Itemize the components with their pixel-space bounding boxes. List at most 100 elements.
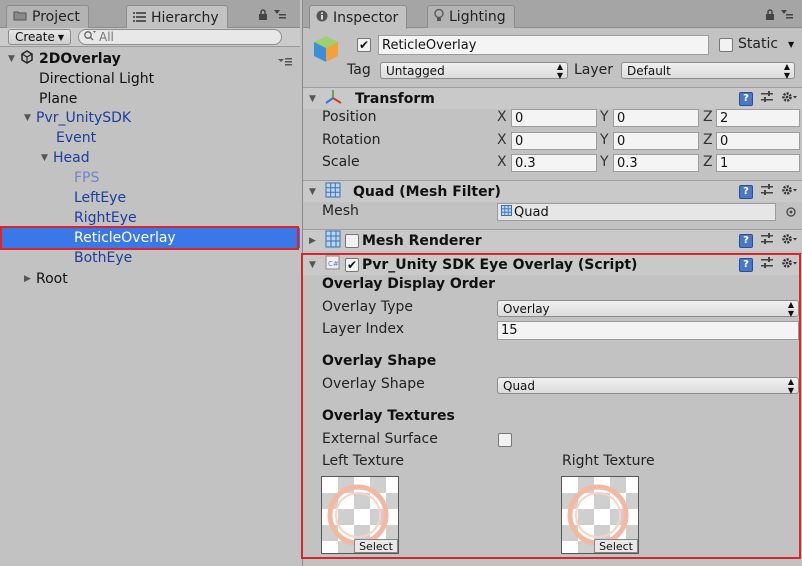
tab-project[interactable]: Project <box>6 5 89 28</box>
expand-arrow-icon[interactable]: ▼ <box>39 153 50 163</box>
gear-icon[interactable] <box>781 91 797 107</box>
overlay-shape-dropdown[interactable]: Quad ▲ ▼ <box>497 377 799 395</box>
expand-arrow-icon[interactable]: ▼ <box>6 54 17 64</box>
preset-icon[interactable] <box>761 183 773 200</box>
mesh-grid-icon <box>325 182 341 202</box>
static-dropdown-icon[interactable]: ▼ <box>788 40 794 49</box>
hierarchy-search-input[interactable] <box>99 30 269 44</box>
rotation-x-field[interactable]: 0 <box>511 132 597 150</box>
tree-item-label: FPS <box>74 170 100 186</box>
lock-icon[interactable] <box>258 9 268 24</box>
scene-root[interactable]: ▼ 2DOverlay <box>0 49 300 69</box>
gear-icon[interactable] <box>781 233 797 249</box>
panel-menu-icon[interactable] <box>274 9 286 24</box>
tab-inspector[interactable]: Inspector <box>309 5 408 29</box>
left-texture-select-button[interactable]: Select <box>354 539 398 553</box>
rotation-z-field[interactable]: 0 <box>716 132 800 150</box>
expand-arrow-icon[interactable]: ▼ <box>22 113 33 123</box>
field-value: 0.3 <box>617 155 638 171</box>
position-x-field[interactable]: 0 <box>511 109 597 127</box>
panel-menu-icon[interactable] <box>781 9 793 24</box>
mesh-filter-header[interactable]: ▼ Quad (Mesh Filter) ? <box>303 180 802 202</box>
position-y-field[interactable]: 0 <box>613 109 699 127</box>
transform-title: Transform <box>355 90 435 107</box>
lock-icon[interactable] <box>765 9 775 24</box>
collapse-arrow-icon[interactable]: ▶ <box>307 236 318 246</box>
eye-overlay-header[interactable]: ▼ C# ✔ Pvr_Unity SDK Eye Overlay (Script… <box>303 253 802 275</box>
layer-index-field[interactable]: 15 <box>497 321 799 340</box>
tree-item-fps[interactable]: FPS <box>0 168 300 188</box>
preset-icon[interactable] <box>761 90 773 107</box>
expand-arrow-icon[interactable]: ▼ <box>307 94 318 104</box>
scale-y-field[interactable]: 0.3 <box>613 154 699 172</box>
mesh-filter-title: Quad (Mesh Filter) <box>353 183 501 200</box>
left-texture-slot[interactable]: Select <box>321 476 399 554</box>
create-button[interactable]: Create ▼ <box>8 29 72 45</box>
layer-dropdown[interactable]: Default ▲ ▼ <box>621 62 795 80</box>
tree-item-label: Directional Light <box>39 71 155 87</box>
tree-item-event[interactable]: Event <box>0 128 300 148</box>
tree-item-pvr-unitysdk[interactable]: ▼ Pvr_UnitySDK <box>0 108 300 128</box>
help-icon[interactable]: ? <box>739 257 753 272</box>
tree-item-lefteye[interactable]: LeftEye <box>0 188 300 208</box>
mesh-renderer-enabled-checkbox[interactable] <box>345 233 359 248</box>
tree-item-directional-light[interactable]: Directional Light <box>0 69 300 89</box>
updown-arrow-icon: ▲ ▼ <box>787 299 794 318</box>
tree-item-label: Head <box>53 150 90 166</box>
right-texture-slot[interactable]: Select <box>561 476 639 554</box>
rotation-y-field[interactable]: 0 <box>613 132 699 150</box>
tree-item-plane[interactable]: Plane <box>0 89 300 109</box>
tree-item-botheye[interactable]: BothEye <box>0 248 300 268</box>
mesh-label: Mesh <box>322 203 359 219</box>
scale-x-field[interactable]: 0.3 <box>511 154 597 172</box>
collapse-arrow-icon[interactable]: ▶ <box>22 274 33 284</box>
object-name-field[interactable]: ReticleOverlay <box>378 35 709 55</box>
external-surface-checkbox[interactable] <box>498 433 512 447</box>
layer-label: Layer <box>574 62 614 78</box>
scale-z-field[interactable]: 1 <box>716 154 800 172</box>
rotation-label: Rotation <box>322 132 381 148</box>
gear-icon[interactable] <box>781 257 797 273</box>
tree-item-label: LeftEye <box>74 190 127 206</box>
scale-label: Scale <box>322 154 360 170</box>
tree-item-label: Root <box>36 271 68 287</box>
tree-item-head[interactable]: ▼ Head <box>0 148 300 168</box>
axis-z-label: Z <box>703 154 713 170</box>
tab-hierarchy[interactable]: Hierarchy <box>126 5 228 29</box>
scene-menu-icon[interactable] <box>278 54 292 70</box>
static-label: Static <box>738 36 779 52</box>
eye-overlay-enabled-checkbox[interactable]: ✔ <box>345 257 359 272</box>
active-checkbox[interactable]: ✔ <box>357 38 371 52</box>
position-z-field[interactable]: 2 <box>716 109 800 127</box>
help-icon[interactable]: ? <box>739 184 753 199</box>
axis-z-label: Z <box>703 109 713 125</box>
mesh-value: Quad <box>514 204 549 220</box>
help-icon[interactable]: ? <box>739 91 753 106</box>
tab-lighting[interactable]: Lighting <box>427 5 515 28</box>
layer-index-value: 15 <box>501 323 518 338</box>
tab-lighting-label: Lighting <box>449 9 506 25</box>
overlay-type-dropdown[interactable]: Overlay ▲ ▼ <box>497 299 799 318</box>
static-checkbox[interactable] <box>719 38 733 52</box>
tree-item-righteye[interactable]: RightEye <box>0 208 300 228</box>
svg-text:C#: C# <box>328 260 339 268</box>
tree-item-reticleoverlay[interactable]: ReticleOverlay <box>0 228 300 248</box>
gear-icon[interactable] <box>781 184 797 200</box>
tab-project-label: Project <box>32 9 80 25</box>
expand-arrow-icon[interactable]: ▼ <box>307 260 318 270</box>
expand-arrow-icon[interactable]: ▼ <box>307 187 318 197</box>
preset-icon[interactable] <box>761 256 773 273</box>
tab-inspector-label: Inspector <box>333 9 399 26</box>
overlay-type-value: Overlay <box>503 301 550 316</box>
mesh-renderer-header[interactable]: ▶ Mesh Renderer ? <box>303 229 802 251</box>
tag-dropdown[interactable]: Untagged ▲ ▼ <box>380 62 568 80</box>
mesh-object-field[interactable]: Quad <box>497 203 776 221</box>
help-icon[interactable]: ? <box>739 233 753 248</box>
object-name-value: ReticleOverlay <box>382 37 477 53</box>
right-texture-select-button[interactable]: Select <box>594 539 638 553</box>
tree-item-root[interactable]: ▶ Root <box>0 269 300 289</box>
position-label: Position <box>322 109 377 125</box>
object-picker-icon[interactable] <box>785 206 797 222</box>
preset-icon[interactable] <box>761 232 773 249</box>
transform-header[interactable]: ▼ Transform ? <box>303 87 802 109</box>
